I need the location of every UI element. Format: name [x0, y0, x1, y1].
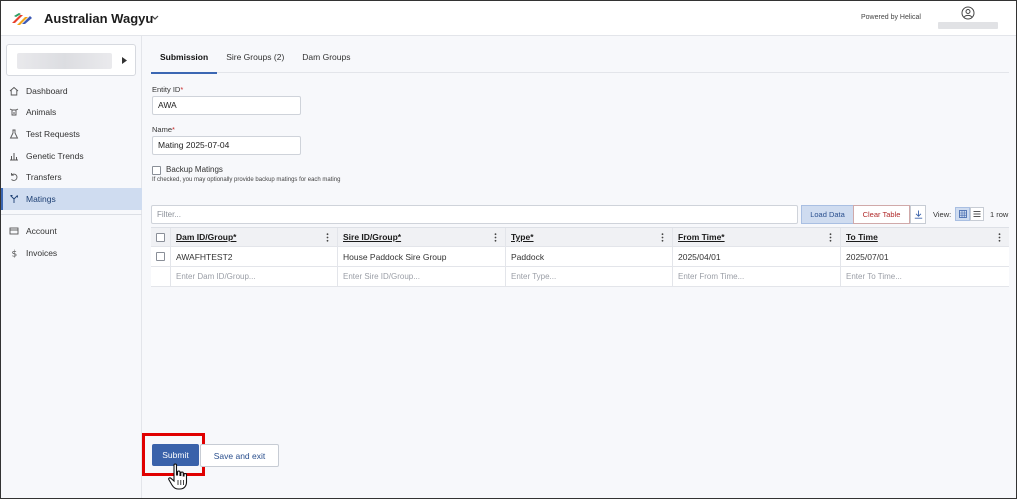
cell-to-time[interactable]: 2025/07/01	[841, 247, 1009, 266]
app-window: Australian Wagyu Powered by Helical Dash…	[0, 0, 1017, 499]
list-view-toggle[interactable]	[970, 207, 984, 221]
backup-matings-label: Backup Matings	[166, 165, 223, 174]
column-menu-icon[interactable]	[998, 233, 1001, 242]
dollar-icon: $	[12, 249, 18, 258]
organization-selector[interactable]	[6, 44, 136, 76]
column-header-type[interactable]: Type*	[506, 228, 673, 246]
top-header: Australian Wagyu Powered by Helical	[1, 1, 1016, 36]
sidebar-divider	[1, 213, 142, 215]
column-header-label: Type*	[511, 232, 534, 242]
column-header-label: Dam ID/Group*	[176, 232, 237, 242]
user-name-redacted[interactable]	[938, 22, 998, 29]
tab-dam-groups[interactable]: Dam Groups	[293, 48, 359, 73]
select-all-checkbox[interactable]	[156, 232, 165, 242]
new-type-input[interactable]: Enter Type...	[506, 267, 673, 286]
sidebar-item-transfers[interactable]: Transfers	[1, 166, 142, 188]
load-data-button[interactable]: Load Data	[801, 205, 854, 224]
cell-sire-id[interactable]: House Paddock Sire Group	[338, 247, 506, 266]
column-header-label: Sire ID/Group*	[343, 232, 402, 242]
sidebar-item-label: Transfers	[26, 172, 62, 183]
save-and-exit-button[interactable]: Save and exit	[200, 444, 279, 467]
column-menu-icon[interactable]	[326, 233, 329, 242]
sidebar-item-label: Dashboard	[26, 85, 68, 96]
sidebar-item-genetic-trends[interactable]: Genetic Trends	[1, 145, 142, 167]
column-header-to-time[interactable]: To Time	[841, 228, 1009, 246]
sidebar-item-matings[interactable]: Matings	[1, 187, 142, 210]
column-header-from-time[interactable]: From Time*	[673, 228, 841, 246]
new-row-spacer	[151, 267, 171, 286]
hand-cursor-icon	[168, 463, 188, 490]
grid-view-toggle[interactable]	[955, 207, 970, 221]
powered-by-text: Powered by Helical	[861, 14, 921, 21]
organization-name-redacted	[17, 53, 112, 69]
entity-id-label: Entity ID*	[152, 85, 184, 94]
table-row: AWAFHTEST2 House Paddock Sire Group Padd…	[151, 247, 1009, 267]
sidebar: Dashboard Animals Test Requests Genetic …	[1, 36, 142, 498]
view-label: View:	[933, 210, 952, 219]
svg-text:$: $	[12, 249, 18, 258]
cell-type[interactable]: Paddock	[506, 247, 673, 266]
download-button[interactable]	[910, 205, 926, 224]
sidebar-item-label: Test Requests	[26, 128, 80, 139]
sidebar-item-dashboard[interactable]: Dashboard	[1, 80, 142, 102]
new-row: Enter Dam ID/Group... Enter Sire ID/Grou…	[151, 267, 1009, 287]
name-input[interactable]: Mating 2025-07-04	[152, 136, 301, 155]
new-to-time-input[interactable]: Enter To Time...	[841, 267, 1009, 286]
card-icon	[9, 227, 19, 235]
matings-table: Dam ID/Group* Sire ID/Group* Type* From …	[151, 227, 1009, 287]
column-header-label: From Time*	[678, 232, 725, 242]
sidebar-item-test-requests[interactable]: Test Requests	[1, 123, 142, 145]
clear-table-button[interactable]: Clear Table	[853, 205, 910, 224]
cattle-icon	[9, 108, 19, 116]
tab-bar: Submission Sire Groups (2) Dam Groups	[151, 48, 1009, 74]
row-count: 1 row	[990, 210, 1009, 219]
download-icon	[914, 210, 922, 219]
new-from-time-input[interactable]: Enter From Time...	[673, 267, 841, 286]
tab-submission[interactable]: Submission	[151, 48, 218, 74]
grid-view-icon	[958, 210, 967, 218]
list-view-icon	[973, 211, 981, 217]
chevron-down-icon[interactable]	[151, 15, 159, 21]
select-all-cell	[151, 228, 171, 246]
new-dam-id-input[interactable]: Enter Dam ID/Group...	[171, 267, 338, 286]
helical-logo-icon	[12, 13, 32, 25]
tab-sire-groups[interactable]: Sire Groups (2)	[217, 48, 293, 73]
column-menu-icon[interactable]	[661, 233, 664, 242]
caret-right-icon	[122, 57, 127, 64]
row-select-cell	[151, 247, 171, 266]
sidebar-item-label: Invoices	[26, 247, 58, 258]
bar-chart-icon	[10, 152, 18, 161]
cell-from-time[interactable]: 2025/04/01	[673, 247, 841, 266]
column-menu-icon[interactable]	[829, 233, 832, 242]
mating-icon	[10, 194, 18, 203]
home-icon	[9, 86, 19, 96]
backup-matings-hint: If checked, you may optionally provide b…	[152, 177, 341, 183]
sidebar-item-account[interactable]: Account	[1, 221, 142, 243]
sidebar-item-label: Animals	[26, 107, 57, 118]
sidebar-item-invoices[interactable]: $ Invoices	[1, 242, 142, 264]
column-header-dam[interactable]: Dam ID/Group*	[171, 228, 338, 246]
app-title[interactable]: Australian Wagyu	[44, 11, 153, 26]
filter-input[interactable]: Filter...	[151, 205, 798, 224]
column-header-sire[interactable]: Sire ID/Group*	[338, 228, 506, 246]
table-header-row: Dam ID/Group* Sire ID/Group* Type* From …	[151, 228, 1009, 247]
sidebar-item-label: Matings	[26, 193, 56, 204]
main-content: Submission Sire Groups (2) Dam Groups En…	[142, 36, 1016, 498]
user-avatar-icon[interactable]	[961, 6, 975, 20]
sidebar-item-label: Genetic Trends	[26, 150, 84, 161]
new-sire-id-input[interactable]: Enter Sire ID/Group...	[338, 267, 506, 286]
column-menu-icon[interactable]	[494, 233, 497, 242]
transfer-icon	[11, 173, 18, 182]
column-header-label: To Time	[846, 232, 878, 242]
sidebar-nav: Dashboard Animals Test Requests Genetic …	[1, 80, 142, 264]
row-checkbox[interactable]	[156, 252, 165, 261]
flask-icon	[9, 129, 19, 139]
name-label: Name*	[152, 125, 175, 134]
entity-id-input[interactable]: AWA	[152, 96, 301, 115]
sidebar-item-animals[interactable]: Animals	[1, 102, 142, 124]
backup-matings-checkbox[interactable]	[152, 166, 161, 175]
cell-dam-id[interactable]: AWAFHTEST2	[171, 247, 338, 266]
sidebar-item-label: Account	[26, 226, 57, 237]
